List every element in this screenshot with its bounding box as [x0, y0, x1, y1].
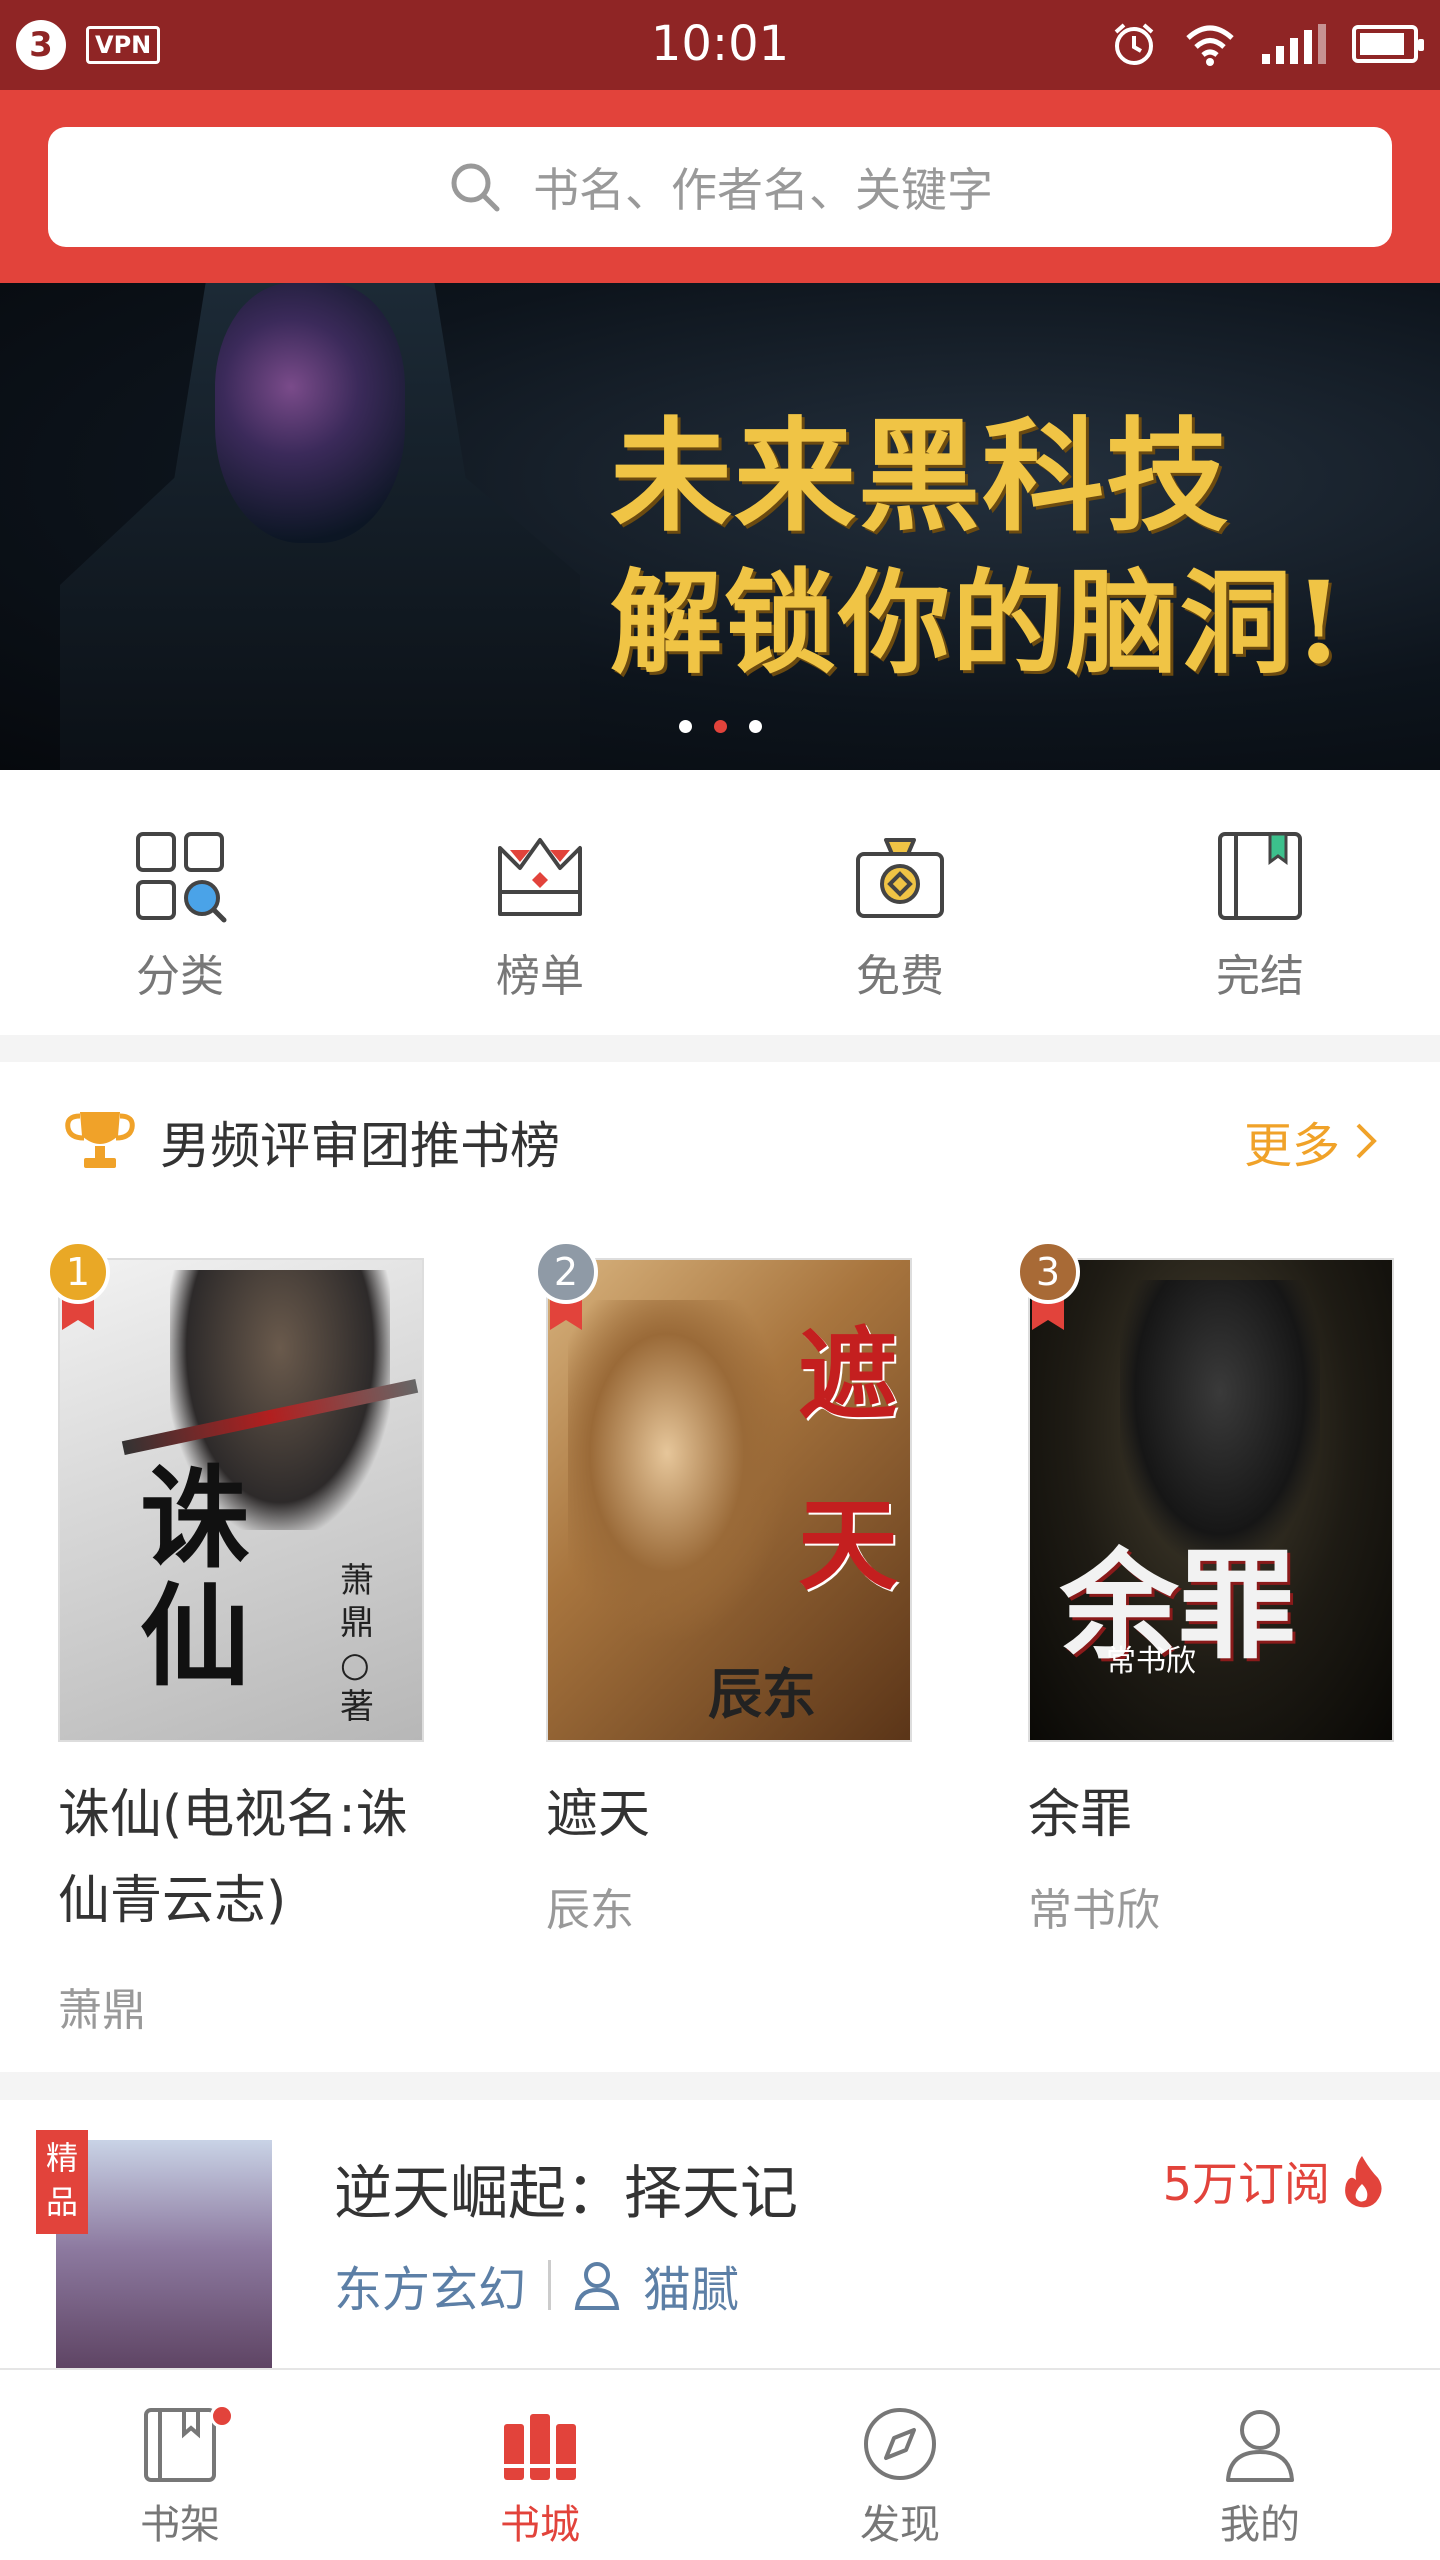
cover-author-text: 辰东	[708, 1662, 816, 1726]
cover-figure	[568, 1300, 788, 1640]
status-bar: 3 VPN 10:01	[0, 0, 1440, 90]
tab-label: 书城	[500, 2502, 580, 2548]
tab-label: 发现	[860, 2502, 940, 2548]
crown-icon	[498, 838, 582, 916]
user-icon	[1226, 2410, 1294, 2482]
cover-title-text: 诛仙	[140, 1454, 250, 1701]
wifi-icon	[1186, 25, 1234, 66]
premium-tag: 精品	[36, 2130, 88, 2234]
banner-galaxy-face-image	[215, 283, 405, 543]
quick-nav-label: 榜单	[496, 951, 584, 1002]
quick-nav-free[interactable]: 免费	[720, 770, 1080, 1035]
book-author: 常书欣	[1028, 1885, 1160, 1936]
author-user-icon	[574, 2262, 620, 2310]
more-label: 更多	[1243, 1118, 1340, 1174]
bookshelf-icon	[144, 2408, 216, 2482]
book-title[interactable]: 遮天	[546, 1772, 936, 1858]
rank-number: 3	[1036, 1250, 1060, 1294]
bookstore-icon	[504, 2414, 576, 2480]
trophy-icon	[65, 1112, 135, 1168]
tab-discover[interactable]: 发现	[720, 2370, 1080, 2560]
finished-book-icon	[1218, 832, 1302, 920]
cover-author-text: 常书欣	[1106, 1644, 1196, 1679]
tab-bookstore[interactable]: 书城	[360, 2370, 720, 2560]
book-author: 萧鼎	[58, 1985, 146, 2036]
category-grid-icon	[136, 832, 227, 923]
banner-pager	[0, 720, 1440, 733]
status-right	[1110, 20, 1424, 68]
quick-nav: 分类 榜单 免费 完结	[0, 770, 1440, 1035]
book-category[interactable]: 东方玄幻	[334, 2250, 526, 2320]
quick-nav-category[interactable]: 分类	[0, 770, 360, 1035]
ranking-section: 男频评审团推书榜 更多 1 诛仙 萧鼎○著 诛仙(电视名:诛仙青云志) 萧鼎 2…	[0, 1062, 1440, 2072]
subscription-label: 5万订阅	[1162, 2157, 1330, 2211]
banner-subtitle: 解锁你的脑洞!	[610, 558, 1346, 689]
rank-number: 1	[66, 1250, 90, 1294]
compass-icon	[864, 2408, 936, 2480]
featured-book-cover[interactable]	[56, 2140, 272, 2368]
search-icon	[451, 163, 500, 212]
promo-banner[interactable]: 未来黑科技 解锁你的脑洞!	[0, 283, 1440, 770]
ranking-title: 男频评审团推书榜	[160, 1117, 560, 1175]
divider	[548, 2260, 552, 2310]
quick-nav-label: 分类	[136, 951, 224, 1002]
notification-dot	[210, 2404, 234, 2428]
book-title[interactable]: 诛仙(电视名:诛仙青云志)	[58, 1772, 448, 1944]
quick-nav-label: 完结	[1216, 951, 1304, 1002]
tab-profile[interactable]: 我的	[1080, 2370, 1440, 2560]
banner-pager-dot[interactable]	[748, 720, 762, 733]
rank-badge-gold-icon: 1	[46, 1240, 110, 1330]
rank-badge-bronze-icon: 3	[1016, 1240, 1080, 1330]
book-author[interactable]: 猫腻	[643, 2250, 739, 2320]
fire-icon	[1345, 2156, 1382, 2208]
free-coin-bag-icon	[856, 838, 944, 918]
subscription-count: 5万订阅	[1163, 2148, 1384, 2214]
cover-title-text: 遮天	[798, 1316, 898, 1604]
tab-bookshelf[interactable]: 书架	[0, 2370, 360, 2560]
bottom-tab-bar: 书架 书城 发现 我的	[0, 2368, 1440, 2560]
tab-label: 我的	[1220, 2502, 1300, 2548]
featured-book-title[interactable]: 逆天崛起：择天记	[334, 2146, 798, 2230]
signal-strength-icon	[1262, 24, 1326, 64]
battery-icon	[1352, 25, 1424, 63]
quick-nav-ranking[interactable]: 榜单	[360, 770, 720, 1035]
ranking-more-link[interactable]: 更多	[1244, 1106, 1378, 1176]
alarm-icon	[1114, 23, 1154, 65]
search-placeholder: 书名、作者名、关键字	[533, 163, 993, 217]
banner-pager-dot[interactable]	[678, 720, 692, 733]
banner-pager-dot-active[interactable]	[713, 720, 727, 733]
featured-book-meta: 东方玄幻 猫腻	[334, 2250, 739, 2320]
app-screen: 3 VPN 10:01 书名、作者名、关键字 未来黑科技 解锁你的脑洞! 分类 …	[0, 0, 1440, 2560]
banner-title: 未来黑科技	[610, 404, 1230, 548]
search-input[interactable]: 书名、作者名、关键字	[48, 127, 1392, 247]
quick-nav-label: 免费	[856, 951, 944, 1002]
featured-book-item[interactable]: 精品 逆天崛起：择天记 5万订阅 东方玄幻 猫腻	[0, 2100, 1440, 2368]
tab-label: 书架	[140, 2502, 220, 2548]
book-title[interactable]: 余罪	[1028, 1772, 1418, 1858]
chevron-right-icon	[1356, 1123, 1377, 1159]
rank-badge-silver-icon: 2	[534, 1240, 598, 1330]
book-author: 辰东	[546, 1885, 634, 1936]
quick-nav-finished[interactable]: 完结	[1080, 770, 1440, 1035]
rank-number: 2	[554, 1250, 578, 1294]
cover-author-text: 萧鼎○著	[340, 1561, 374, 1727]
search-bar-area: 书名、作者名、关键字	[0, 90, 1440, 283]
